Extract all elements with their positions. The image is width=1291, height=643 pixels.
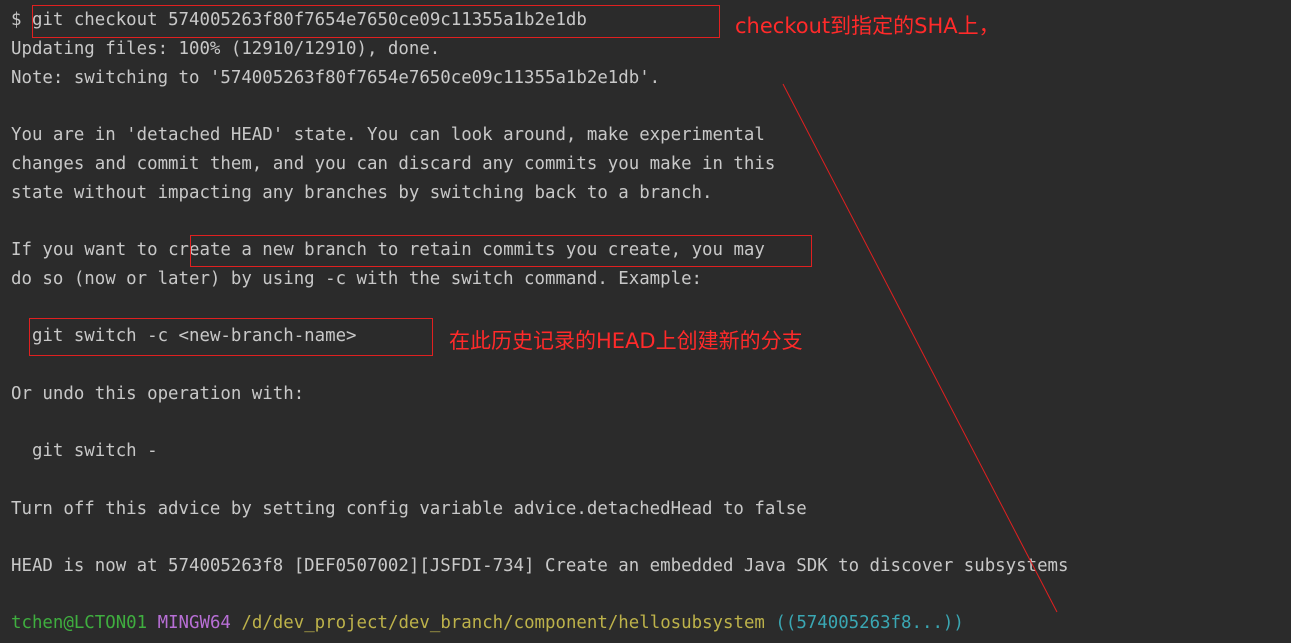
advice-line: Turn off this advice by setting config v… xyxy=(11,499,807,519)
detached-line-1: You are in 'detached HEAD' state. You ca… xyxy=(11,125,765,145)
prompt-user: tchen@LCTON01 xyxy=(11,613,148,633)
detached-line-2: changes and commit them, and you can dis… xyxy=(11,154,776,174)
prompt-host: MINGW64 xyxy=(157,613,231,633)
checkout-highlight-box xyxy=(32,5,720,38)
connector-line xyxy=(782,83,1058,613)
switch-c-highlight-box xyxy=(29,318,433,356)
head-now-line: HEAD is now at 574005263f8 [DEF0507002][… xyxy=(11,556,1069,576)
detached-line-3: state without impacting any branches by … xyxy=(11,183,713,203)
shell-prompt-line: tchen@LCTON01 MINGW64 /d/dev_project/dev… xyxy=(11,609,964,637)
prompt-symbol: $ xyxy=(11,10,32,30)
terminal-window[interactable]: $ git checkout 574005263f80f7654e7650ce0… xyxy=(0,0,1291,643)
create-branch-highlight-box xyxy=(190,235,812,267)
checkout-annotation: checkout到指定的SHA上， xyxy=(735,14,1000,38)
undo-line: Or undo this operation with: xyxy=(11,384,305,404)
if-pre-text: If you want to xyxy=(11,240,169,260)
updating-files-line: Updating files: 100% (12910/12910), done… xyxy=(11,39,441,59)
do-so-line: do so (now or later) by using -c with th… xyxy=(11,269,703,289)
branch-annotation: 在此历史记录的HEAD上创建新的分支 xyxy=(449,329,803,353)
prompt-branch: ((574005263f8...)) xyxy=(775,613,964,633)
switch-back-line: git switch - xyxy=(11,441,158,461)
prompt-path: /d/dev_project/dev_branch/component/hell… xyxy=(241,613,765,633)
note-line: Note: switching to '574005263f80f7654e76… xyxy=(11,68,661,88)
